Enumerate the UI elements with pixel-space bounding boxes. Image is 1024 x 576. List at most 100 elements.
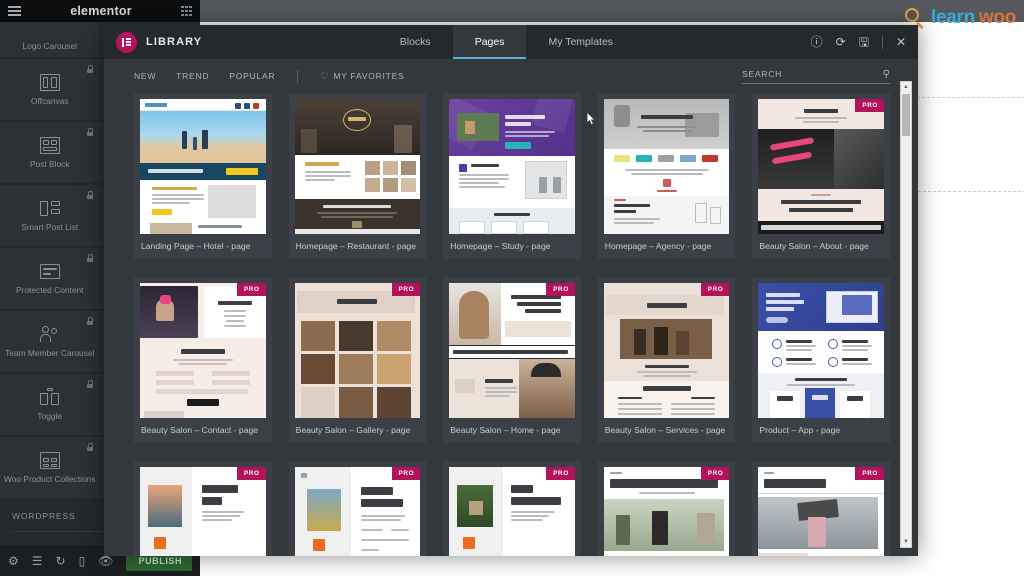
template-thumbnail[interactable]: [140, 99, 266, 234]
widget-label: Logo Carousel: [22, 40, 77, 51]
template-card[interactable]: Homepage – Study - page: [443, 93, 581, 259]
filter-divider: [297, 69, 299, 83]
widget-smart-post-list[interactable]: Smart Post List: [0, 185, 100, 247]
template-title: Beauty Salon – Gallery - page: [295, 425, 411, 435]
search-icon[interactable]: ⚲: [883, 69, 890, 80]
search-input[interactable]: [742, 69, 883, 79]
canvas-dropzone[interactable]: [900, 97, 1024, 192]
template-thumbnail[interactable]: PRO: [140, 283, 266, 418]
filter-my-favorites[interactable]: ♡ MY FAVORITES: [320, 71, 404, 82]
template-thumbnail[interactable]: PRO: [140, 467, 266, 556]
save-disk-icon[interactable]: 🖫: [859, 36, 869, 48]
template-card[interactable]: PRO: [134, 277, 272, 443]
template-grid: Landing Page – Hotel - page Homepage – R…: [134, 93, 890, 556]
widget-label: Post Block: [29, 158, 70, 169]
template-card[interactable]: Homepage – Restaurant - page: [288, 93, 427, 259]
responsive-mode-icon[interactable]: ▯: [79, 555, 86, 567]
widget-protected-content[interactable]: Protected Content: [0, 248, 100, 310]
modal-tabs: Blocks Pages My Templates: [378, 25, 635, 59]
template-thumbnail[interactable]: [758, 283, 884, 418]
template-thumbnail[interactable]: PRO: [449, 283, 575, 418]
elementor-logo-icon: [116, 31, 137, 53]
widget-label: Protected Content: [15, 284, 84, 295]
widget-label: Smart Post List: [21, 221, 79, 232]
template-card[interactable]: Homepage – Agency - page: [597, 93, 736, 259]
close-x-icon[interactable]: ✕: [896, 36, 906, 48]
filter-trend[interactable]: TREND: [176, 71, 209, 81]
template-card[interactable]: Landing Page – Hotel - page: [134, 93, 272, 259]
modal-header-actions: ⓘ ⟳ 🖫 ✕: [811, 35, 906, 49]
template-title: Homepage – Study - page: [450, 241, 551, 251]
template-card[interactable]: PRO: [597, 461, 736, 556]
help-circle-icon[interactable]: ⓘ: [811, 36, 823, 48]
scrollbar-up-arrow[interactable]: ▲: [901, 82, 911, 92]
woo-product-icon: [39, 451, 61, 470]
sync-refresh-icon[interactable]: ⟳: [836, 36, 846, 48]
filter-popular[interactable]: POPULAR: [229, 71, 275, 81]
template-card[interactable]: PRO: [597, 277, 736, 443]
heart-icon: ♡: [320, 70, 329, 81]
template-card[interactable]: PRO: [752, 461, 890, 556]
widget-label: Team Member Carousel: [5, 347, 95, 358]
grid-icon[interactable]: [181, 5, 192, 17]
template-thumbnail[interactable]: PRO: [758, 467, 884, 556]
template-title: Beauty Salon – Services - page: [604, 425, 726, 435]
widget-label: Offcanvas: [30, 95, 69, 106]
pro-badge: PRO: [391, 467, 421, 480]
smart-post-list-icon: [39, 199, 61, 218]
template-thumbnail[interactable]: PRO: [294, 467, 421, 556]
template-card[interactable]: Product – App - page: [752, 277, 890, 443]
widget-offcanvas[interactable]: Offcanvas: [0, 59, 100, 121]
template-title: Homepage – Restaurant - page: [295, 241, 416, 251]
template-thumbnail[interactable]: [603, 99, 730, 234]
template-card[interactable]: PRO: [288, 277, 427, 443]
template-title: Beauty Salon – Home - page: [450, 425, 561, 435]
template-thumbnail[interactable]: PRO: [603, 283, 730, 418]
template-title: Product – App - page: [759, 425, 841, 435]
widget-woo-product-collections[interactable]: Woo Product Collections: [0, 437, 100, 499]
widget-post-block[interactable]: Post Block: [0, 122, 100, 184]
scrollbar-thumb[interactable]: [902, 94, 910, 136]
template-card[interactable]: PRO: [752, 93, 890, 259]
filter-group: NEW TREND POPULAR ♡ MY FAVORITES: [134, 69, 404, 83]
widget-label: Toggle: [37, 410, 63, 421]
template-card[interactable]: PRO: [288, 461, 427, 556]
template-title: Landing Page – Hotel - page: [141, 241, 251, 251]
hamburger-icon[interactable]: [8, 5, 21, 17]
lock-icon: [87, 317, 94, 325]
tab-pages[interactable]: Pages: [452, 25, 527, 59]
template-thumbnail[interactable]: PRO: [603, 467, 730, 556]
pro-badge: PRO: [236, 283, 266, 296]
team-member-icon: [39, 325, 61, 344]
widget-toggle[interactable]: Toggle: [0, 374, 100, 436]
template-grid-container[interactable]: Landing Page – Hotel - page Homepage – R…: [104, 93, 918, 556]
pro-badge: PRO: [855, 467, 884, 480]
watermark-woo: woo: [978, 7, 1016, 28]
lock-icon: [87, 191, 94, 199]
filter-new[interactable]: NEW: [134, 71, 156, 81]
history-icon[interactable]: ↻: [56, 555, 66, 567]
template-card[interactable]: PRO: [134, 461, 272, 556]
widget-logo-carousel[interactable]: Logo Carousel: [0, 22, 100, 58]
pro-badge: PRO: [700, 283, 730, 296]
template-thumbnail[interactable]: PRO: [449, 467, 575, 556]
template-thumbnail[interactable]: [294, 99, 421, 234]
protected-content-icon: [39, 262, 61, 281]
template-thumbnail[interactable]: [449, 99, 575, 234]
scrollbar-down-arrow[interactable]: ▼: [901, 537, 911, 547]
template-thumbnail[interactable]: PRO: [758, 99, 884, 234]
settings-gear-icon[interactable]: ⚙: [8, 555, 19, 567]
tab-my-templates[interactable]: My Templates: [526, 25, 635, 59]
widget-team-member-carousel[interactable]: Team Member Carousel: [0, 311, 100, 373]
template-thumbnail[interactable]: PRO: [294, 283, 421, 418]
template-card[interactable]: PRO: [443, 461, 581, 556]
template-title: Homepage – Agency - page: [604, 241, 712, 251]
navigator-layers-icon[interactable]: ☰: [32, 555, 43, 567]
modal-scrollbar[interactable]: ▲ ▼: [900, 81, 912, 548]
preview-eye-icon[interactable]: 👁: [98, 555, 113, 567]
lock-icon: [87, 380, 94, 388]
post-block-icon: [39, 136, 61, 155]
tab-blocks[interactable]: Blocks: [378, 25, 453, 59]
search-field[interactable]: ⚲: [742, 69, 890, 84]
template-card[interactable]: PRO: [443, 277, 581, 443]
